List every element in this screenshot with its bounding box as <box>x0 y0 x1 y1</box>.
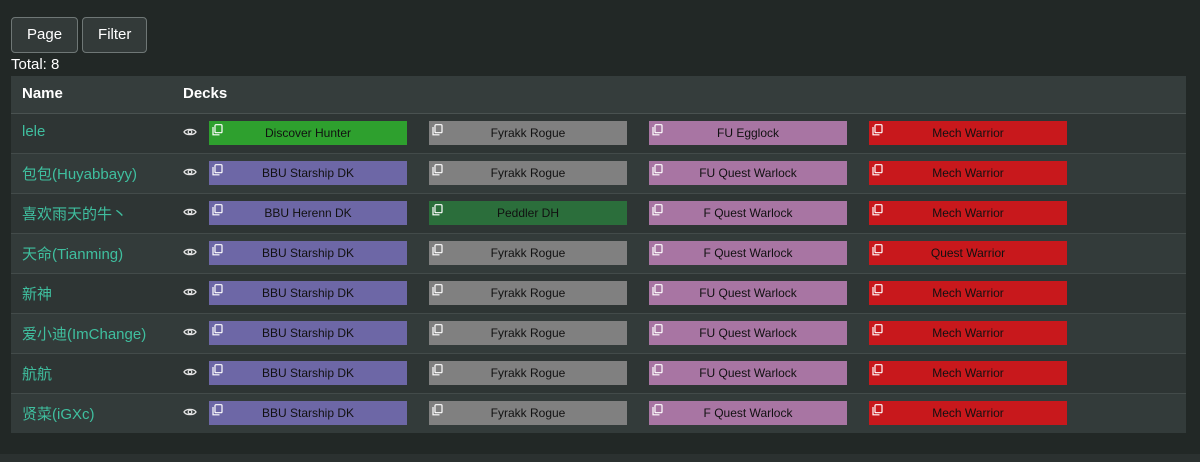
deck-label: Mech Warrior <box>932 206 1004 220</box>
deck-badge[interactable]: FU Quest Warlock <box>649 321 847 345</box>
deck-badge[interactable]: F Quest Warlock <box>649 201 847 225</box>
deck-label: BBU Starship DK <box>261 246 355 260</box>
eye-icon[interactable] <box>183 204 197 216</box>
toolbar: Page Filter <box>11 17 148 53</box>
deck-badge[interactable]: FU Quest Warlock <box>649 161 847 185</box>
eye-icon[interactable] <box>183 124 197 136</box>
deck-badge[interactable]: BBU Herenn DK <box>209 201 407 225</box>
deck-label: Mech Warrior <box>932 166 1004 180</box>
player-name-link[interactable]: 天命(Tianming) <box>22 243 123 264</box>
column-header-name: Name <box>22 85 63 102</box>
deck-label: F Quest Warlock <box>703 206 793 220</box>
table-row: lele Discover Hunter Fyrakk Rogue FU Eggloc… <box>11 114 1186 154</box>
deck-badge[interactable]: Fyrakk Rogue <box>429 161 627 185</box>
deck-badge[interactable]: F Quest Warlock <box>649 241 847 265</box>
deck-label: Peddler DH <box>496 206 560 220</box>
deck-badge[interactable]: Mech Warrior <box>869 361 1067 385</box>
deck-label: FU Quest Warlock <box>699 286 797 300</box>
deck-label: Discover Hunter <box>264 126 352 140</box>
deck-label: Fyrakk Rogue <box>490 126 566 140</box>
bottom-strip <box>0 454 1200 462</box>
deck-badge[interactable]: Mech Warrior <box>869 401 1067 425</box>
page-button[interactable]: Page <box>11 17 79 53</box>
deck-label: BBU Starship DK <box>261 166 355 180</box>
table-row: 贤菜(iGXc) BBU Starship DK Fyrakk Rogue F Que… <box>11 394 1186 433</box>
deck-label: FU Quest Warlock <box>699 366 797 380</box>
table-row: 包包(Huyabbayy) BBU Starship DK Fyrakk Rogue… <box>11 154 1186 194</box>
deck-badge[interactable]: Mech Warrior <box>869 121 1067 145</box>
filter-button[interactable]: Filter <box>82 17 148 53</box>
table-header: Name Decks <box>11 76 1186 114</box>
deck-badge[interactable]: F Quest Warlock <box>649 401 847 425</box>
deck-badge[interactable]: Fyrakk Rogue <box>429 281 627 305</box>
deck-label: BBU Starship DK <box>261 326 355 340</box>
deck-label: Fyrakk Rogue <box>490 286 566 300</box>
deck-label: Fyrakk Rogue <box>490 366 566 380</box>
deck-badge[interactable]: FU Quest Warlock <box>649 361 847 385</box>
deck-label: Quest Warrior <box>930 246 1006 260</box>
player-name-link[interactable]: 贤菜(iGXc) <box>22 403 95 424</box>
deck-badge[interactable]: Fyrakk Rogue <box>429 241 627 265</box>
eye-icon[interactable] <box>183 284 197 296</box>
deck-badge[interactable]: Mech Warrior <box>869 281 1067 305</box>
deck-badge[interactable]: Mech Warrior <box>869 161 1067 185</box>
deck-badge[interactable]: Fyrakk Rogue <box>429 401 627 425</box>
table-row: 爱小迪(ImChange) BBU Starship DK Fyrakk Rogue… <box>11 314 1186 354</box>
table-row: 新神 BBU Starship DK Fyrakk Rogue FU Quest Wa… <box>11 274 1186 314</box>
decks-table: Name Decks lele Discover Hunter Fyrakk Rog… <box>11 76 1186 433</box>
deck-badge[interactable]: Mech Warrior <box>869 201 1067 225</box>
player-name-link[interactable]: 喜欢雨天的牛丶 <box>22 203 127 224</box>
deck-badge[interactable]: BBU Starship DK <box>209 161 407 185</box>
deck-label: BBU Starship DK <box>261 286 355 300</box>
page: Page Filter Total: 8 Name Decks lele Disc… <box>0 0 1200 462</box>
deck-badge[interactable]: Discover Hunter <box>209 121 407 145</box>
eye-icon[interactable] <box>183 244 197 256</box>
eye-icon[interactable] <box>183 404 197 416</box>
deck-badge[interactable]: Fyrakk Rogue <box>429 121 627 145</box>
deck-label: Mech Warrior <box>932 286 1004 300</box>
player-name-link[interactable]: 新神 <box>22 283 52 304</box>
eye-icon[interactable] <box>183 324 197 336</box>
deck-label: Fyrakk Rogue <box>490 246 566 260</box>
deck-label: BBU Starship DK <box>261 406 355 420</box>
player-name-link[interactable]: 爱小迪(ImChange) <box>22 323 146 344</box>
table-row: 喜欢雨天的牛丶 BBU Herenn DK Peddler DH F Quest Wa… <box>11 194 1186 234</box>
deck-badge[interactable]: BBU Starship DK <box>209 361 407 385</box>
total-count: Total: 8 <box>11 56 60 73</box>
deck-label: F Quest Warlock <box>703 406 793 420</box>
deck-label: Fyrakk Rogue <box>490 326 566 340</box>
deck-label: F Quest Warlock <box>703 246 793 260</box>
deck-badge[interactable]: Fyrakk Rogue <box>429 321 627 345</box>
deck-badge[interactable]: Fyrakk Rogue <box>429 361 627 385</box>
deck-label: Mech Warrior <box>932 366 1004 380</box>
deck-badge[interactable]: Mech Warrior <box>869 321 1067 345</box>
deck-label: Mech Warrior <box>932 406 1004 420</box>
deck-badge[interactable]: BBU Starship DK <box>209 321 407 345</box>
deck-badge[interactable]: FU Egglock <box>649 121 847 145</box>
deck-label: Mech Warrior <box>932 126 1004 140</box>
column-header-decks: Decks <box>183 85 228 102</box>
deck-badge[interactable]: BBU Starship DK <box>209 401 407 425</box>
deck-label: Fyrakk Rogue <box>490 406 566 420</box>
table-row: 天命(Tianming) BBU Starship DK Fyrakk Rogue F… <box>11 234 1186 274</box>
deck-badge[interactable]: Quest Warrior <box>869 241 1067 265</box>
table-row: 航航 BBU Starship DK Fyrakk Rogue FU Quest Wa… <box>11 354 1186 394</box>
deck-label: FU Quest Warlock <box>699 326 797 340</box>
deck-badge[interactable]: BBU Starship DK <box>209 281 407 305</box>
deck-badge[interactable]: FU Quest Warlock <box>649 281 847 305</box>
eye-icon[interactable] <box>183 164 197 176</box>
deck-label: FU Egglock <box>716 126 780 140</box>
deck-label: BBU Herenn DK <box>264 206 352 220</box>
deck-label: Mech Warrior <box>932 326 1004 340</box>
eye-icon[interactable] <box>183 364 197 376</box>
player-name-link[interactable]: 包包(Huyabbayy) <box>22 163 137 184</box>
deck-label: FU Quest Warlock <box>699 166 797 180</box>
player-name-link[interactable]: 航航 <box>22 363 52 384</box>
deck-badge[interactable]: BBU Starship DK <box>209 241 407 265</box>
deck-label: Fyrakk Rogue <box>490 166 566 180</box>
deck-label: BBU Starship DK <box>261 366 355 380</box>
table-body: lele Discover Hunter Fyrakk Rogue FU Eggloc… <box>11 114 1186 433</box>
deck-badge[interactable]: Peddler DH <box>429 201 627 225</box>
player-name-link[interactable]: lele <box>22 123 45 140</box>
